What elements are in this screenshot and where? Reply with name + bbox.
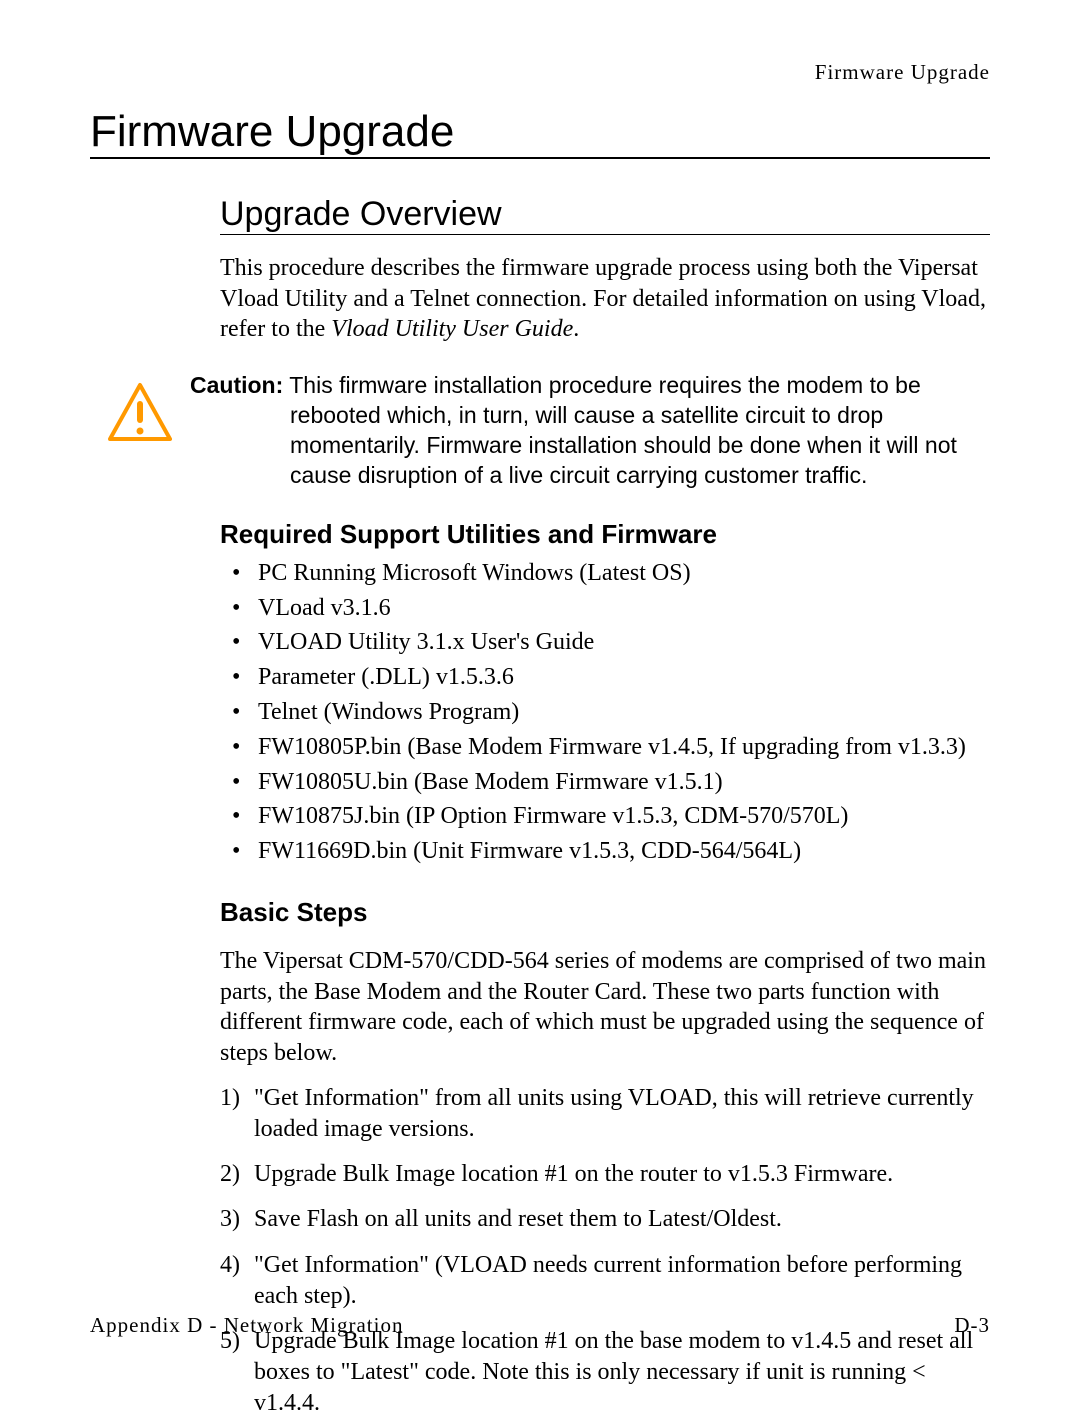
list-item: Upgrade Bulk Image location #1 on the ba… [254, 1326, 990, 1419]
list-item: Telnet (Windows Program) [254, 695, 990, 730]
subheading-required: Required Support Utilities and Firmware [220, 519, 990, 550]
page-footer: Appendix D - Network Migration D-3 [90, 1313, 990, 1338]
list-item: VLOAD Utility 3.1.x User's Guide [254, 625, 990, 660]
caution-label: Caution: [190, 372, 283, 398]
caution-body: Caution: This firmware installation proc… [190, 371, 990, 491]
list-item: Upgrade Bulk Image location #1 on the ro… [254, 1159, 990, 1190]
list-item: "Get Information" (VLOAD needs current i… [254, 1250, 990, 1312]
footer-right: D-3 [954, 1313, 990, 1338]
list-item: FW11669D.bin (Unit Firmware v1.5.3, CDD-… [254, 834, 990, 869]
caution-icon [90, 371, 190, 450]
content-column: Upgrade Overview This procedure describe… [220, 195, 990, 1419]
footer-left: Appendix D - Network Migration [90, 1313, 403, 1338]
list-item: VLoad v3.1.6 [254, 591, 990, 626]
overview-text-italic: Vload Utility User Guide [331, 316, 573, 342]
running-head: Firmware Upgrade [90, 60, 990, 85]
list-item: Save Flash on all units and reset them t… [254, 1204, 990, 1235]
page-title: Firmware Upgrade [90, 107, 990, 159]
list-item: FW10805P.bin (Base Modem Firmware v1.4.5… [254, 730, 990, 765]
overview-paragraph: This procedure describes the firmware up… [220, 253, 990, 345]
document-page: Firmware Upgrade Firmware Upgrade Upgrad… [0, 0, 1080, 1388]
caution-text: This firmware installation procedure req… [289, 372, 957, 488]
list-item: "Get Information" from all units using V… [254, 1083, 990, 1145]
steps-list: "Get Information" from all units using V… [220, 1083, 990, 1419]
subheading-steps: Basic Steps [220, 897, 990, 928]
required-list: PC Running Microsoft Windows (Latest OS)… [220, 556, 990, 869]
list-item: FW10875J.bin (IP Option Firmware v1.5.3,… [254, 799, 990, 834]
section-heading-overview: Upgrade Overview [220, 195, 990, 235]
steps-intro: The Vipersat CDM-570/CDD-564 series of m… [220, 946, 990, 1069]
list-item: FW10805U.bin (Base Modem Firmware v1.5.1… [254, 765, 990, 800]
overview-text-b: . [573, 316, 579, 342]
list-item: PC Running Microsoft Windows (Latest OS) [254, 556, 990, 591]
warning-triangle-icon [108, 381, 172, 445]
list-item: Parameter (.DLL) v1.5.3.6 [254, 660, 990, 695]
caution-block: Caution: This firmware installation proc… [220, 371, 990, 491]
